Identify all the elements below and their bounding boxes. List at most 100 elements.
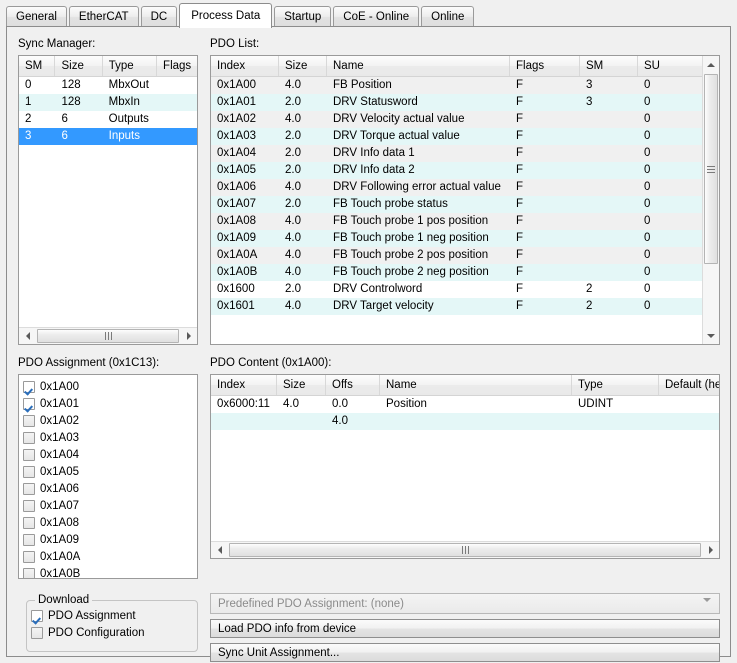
table-row[interactable]: 0x1A0A 4.0 FB Touch probe 2 pos position F 0 [211,247,704,264]
checkbox-checked-icon[interactable] [23,397,35,410]
checkbox-checked-icon[interactable] [23,380,35,393]
checkbox-unchecked-icon[interactable] [23,516,35,529]
cell-size: 2.0 [285,283,301,295]
pdo-content-list[interactable]: IndexSizeOffsNameTypeDefault (hex) 0x600… [210,374,720,559]
column-header-size[interactable]: Size [277,375,326,395]
table-row[interactable]: 0x1A09 4.0 FB Touch probe 1 neg position F 0 [211,230,704,247]
checkbox-unchecked-icon[interactable] [23,431,35,444]
column-header-name[interactable]: Name [327,56,510,76]
table-row[interactable]: 0x1A00 4.0 FB Position F 3 0 [211,77,704,94]
cell-name: DRV Velocity actual value [333,113,465,125]
table-row[interactable]: 0x1601 4.0 DRV Target velocity F 2 0 [211,298,704,315]
pdo-assignment-item-0x1a04[interactable]: 0x1A04 [19,446,197,463]
sync-unit-assignment-button[interactable]: Sync Unit Assignment... [210,643,720,662]
tab-general[interactable]: General [6,6,67,27]
cell-size: 4.0 [285,215,301,227]
checkbox-unchecked-icon[interactable] [23,499,35,512]
table-row[interactable]: 0x1600 2.0 DRV Controlword F 2 0 [211,281,704,298]
checkbox-unchecked-icon[interactable] [23,533,35,546]
scroll-right-icon[interactable] [180,328,197,344]
scroll-left-icon[interactable] [211,542,228,558]
pdo-content-hscrollbar[interactable] [211,541,719,558]
pdo-assignment-list[interactable]: 0x1A00 0x1A01 0x1A02 0x1A03 0x1A04 0x1A05 0x1A… [18,374,198,579]
pdo-assignment-item-0x1a08[interactable]: 0x1A08 [19,514,197,531]
pdo-assignment-item-0x1a03[interactable]: 0x1A03 [19,429,197,446]
hscroll-thumb[interactable] [37,329,179,343]
cell-index: 0x1A05 [217,164,257,176]
table-row[interactable]: 0x1A08 4.0 FB Touch probe 1 pos position F 0 [211,213,704,230]
sync-manager-hscrollbar[interactable] [19,327,197,344]
table-row[interactable]: 0x1A02 4.0 DRV Velocity actual value F 0 [211,111,704,128]
scroll-down-icon[interactable] [703,327,719,344]
download-item-pdo-assignment[interactable]: PDO Assignment [27,607,197,624]
scroll-up-icon[interactable] [703,56,719,73]
pdo-assignment-item-0x1a0a[interactable]: 0x1A0A [19,548,197,565]
tab-startup[interactable]: Startup [274,6,332,27]
hscroll-thumb[interactable] [229,543,701,557]
predefined-pdo-assignment-combo[interactable]: Predefined PDO Assignment: (none) [210,593,720,614]
cell-name: FB Position [333,79,392,91]
table-row[interactable]: 1 128 MbxIn [19,94,197,111]
pdo-assignment-item-0x1a01[interactable]: 0x1A01 [19,395,197,412]
table-row[interactable]: 0x1A05 2.0 DRV Info data 2 F 0 [211,162,704,179]
table-row[interactable]: 3 6 Inputs [19,128,197,145]
vscroll-thumb[interactable] [704,74,718,264]
table-row[interactable]: 0x1A06 4.0 DRV Following error actual valu… [211,179,704,196]
cell-name: FB Touch probe 2 pos position [333,249,489,261]
cell-flags: F [516,181,524,193]
table-row[interactable]: 0x1A03 2.0 DRV Torque actual value F 0 [211,128,704,145]
sync-manager-list[interactable]: SM Size Type Flags 0 128 MbxOut 1 128 MbxIn 2 6 Out… [18,55,198,345]
tab-coe-online[interactable]: CoE - Online [333,6,420,27]
tab-ethercat[interactable]: EtherCAT [68,6,139,27]
pdo-assignment-item-0x1a00[interactable]: 0x1A00 [19,378,197,395]
checkbox-unchecked-icon[interactable] [23,448,35,461]
checkbox-unchecked-icon[interactable] [23,567,35,578]
table-row[interactable]: 0x1A0B 4.0 FB Touch probe 2 neg position F 0 [211,264,704,281]
pdo-list[interactable]: Index Size Name Flags SM SU 0x1A00 4.0 FB Posit… [210,55,720,345]
pdo-assignment-item-0x1a0b[interactable]: 0x1A0B [19,565,197,578]
pdo-assignment-item-0x1a06[interactable]: 0x1A06 [19,480,197,497]
scroll-right-icon[interactable] [702,542,719,558]
table-row[interactable]: 2 6 Outputs [19,111,197,128]
table-row[interactable]: 0x6000:11 4.0 0.0 Position UDINT [211,396,719,413]
load-pdo-info-button[interactable]: Load PDO info from device [210,619,720,638]
table-row[interactable]: 0x1A07 2.0 FB Touch probe status F 0 [211,196,704,213]
column-header-index[interactable]: Index [211,375,277,395]
column-header-name[interactable]: Name [380,375,572,395]
checkbox-unchecked-icon[interactable] [23,482,35,495]
tab-dc[interactable]: DC [140,6,178,27]
checkbox-unchecked-icon[interactable] [23,550,35,563]
table-row[interactable]: 4.0 [211,413,719,430]
checkbox-unchecked-icon[interactable] [23,465,35,478]
download-item-pdo-configuration[interactable]: PDO Configuration [27,624,197,641]
tab-online[interactable]: Online [421,6,475,27]
checkbox-checked-icon[interactable] [31,609,43,622]
pdo-assignment-item-0x1a07[interactable]: 0x1A07 [19,497,197,514]
column-header-size[interactable]: Size [55,56,103,76]
column-header-flags[interactable]: Flags [157,56,197,76]
pdo-list-vscrollbar[interactable] [702,56,719,344]
column-header-flags[interactable]: Flags [510,56,580,76]
scroll-left-icon[interactable] [19,328,36,344]
table-row[interactable]: 0x1A04 2.0 DRV Info data 1 F 0 [211,145,704,162]
table-row[interactable]: 0x1A01 2.0 DRV Statusword F 3 0 [211,94,704,111]
column-header-default-hex[interactable]: Default (hex) [659,375,719,395]
column-header-type[interactable]: Type [572,375,659,395]
checkbox-label: 0x1A06 [40,482,80,495]
column-header-offs[interactable]: Offs [326,375,380,395]
table-row[interactable]: 0 128 MbxOut [19,77,197,94]
column-header-su[interactable]: SU [638,56,704,76]
pdo-assignment-item-0x1a09[interactable]: 0x1A09 [19,531,197,548]
pdo-content-rows: 0x6000:11 4.0 0.0 Position UDINT 4.0 [211,396,719,430]
column-header-sm[interactable]: SM [19,56,56,76]
pdo-assignment-item-0x1a05[interactable]: 0x1A05 [19,463,197,480]
checkbox-unchecked-icon[interactable] [23,414,35,427]
checkbox-unchecked-icon[interactable] [31,626,43,639]
pdo-assignment-item-0x1a02[interactable]: 0x1A02 [19,412,197,429]
tab-process-data[interactable]: Process Data [179,3,273,28]
column-header-index[interactable]: Index [211,56,279,76]
column-header-size[interactable]: Size [279,56,327,76]
column-header-sm[interactable]: SM [580,56,638,76]
column-header-type[interactable]: Type [103,56,158,76]
cell-su: 0 [644,181,651,193]
